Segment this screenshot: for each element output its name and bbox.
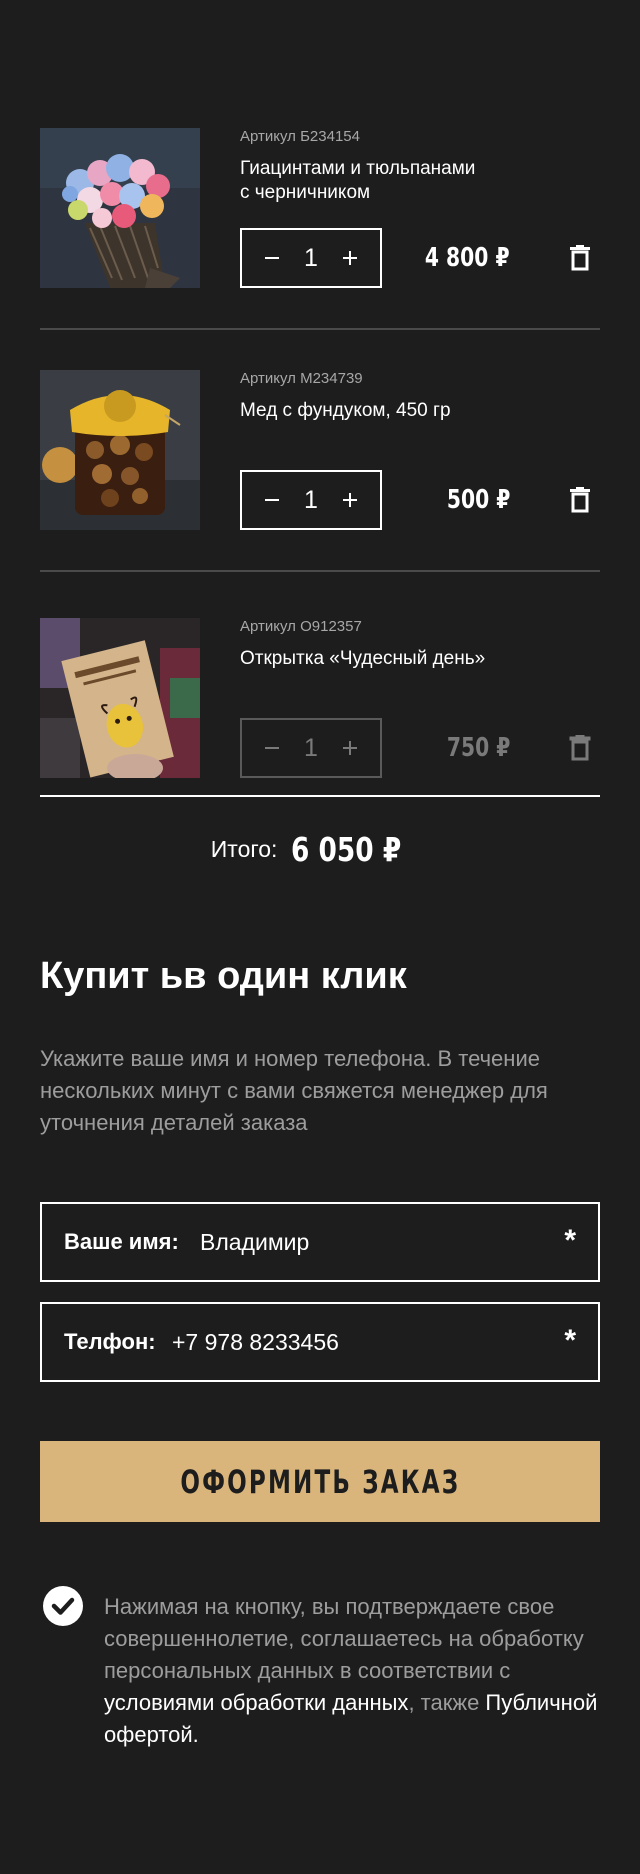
- item-price: 4 800 ₽: [425, 243, 510, 273]
- quantity-stepper: 1: [240, 470, 382, 530]
- total-value: 6 050 ₽: [291, 830, 402, 869]
- remove-item-button[interactable]: [565, 242, 595, 274]
- name-field: Ваше имя: *: [40, 1202, 600, 1282]
- item-divider: [40, 570, 600, 572]
- trash-icon: [570, 245, 590, 271]
- item-sku: Артикул Б234154: [240, 128, 360, 145]
- product-image-honey[interactable]: [40, 370, 200, 530]
- quantity-stepper: 1: [240, 718, 382, 778]
- submit-order-button[interactable]: ОФОРМИТЬ ЗАКАЗ: [40, 1441, 600, 1522]
- item-name-line: Мед с фундуком, 450 гр: [240, 400, 451, 421]
- total-label: Итого:: [210, 836, 278, 862]
- quantity-value: 1: [304, 734, 318, 762]
- minus-icon: [265, 257, 279, 259]
- item-name-line: Открытка «Чудесный день»: [240, 648, 486, 669]
- plus-icon: [343, 251, 357, 265]
- cart-item: Артикул О912357 Открытка «Чудесный день»…: [40, 618, 600, 778]
- consent-text-part: , также: [408, 1690, 486, 1715]
- one-click-title: Купит ьв один клик: [40, 955, 407, 997]
- remove-item-button[interactable]: [565, 732, 595, 764]
- consent-text-part: Нажимая на кнопку, вы подтверждаете свое…: [104, 1594, 584, 1683]
- item-price: 500 ₽: [446, 485, 510, 515]
- decrease-quantity-button[interactable]: [250, 720, 294, 776]
- name-input[interactable]: [200, 1204, 540, 1280]
- decrease-quantity-button[interactable]: [250, 230, 294, 286]
- name-field-label: Ваше имя:: [64, 1229, 179, 1254]
- required-mark: *: [564, 1224, 576, 1257]
- trash-icon: [570, 487, 590, 513]
- phone-field: Телфон: *: [40, 1302, 600, 1382]
- minus-icon: [265, 499, 279, 501]
- consent-checkbox[interactable]: [43, 1586, 83, 1626]
- phone-input[interactable]: [172, 1304, 512, 1380]
- item-name-line: с черничником: [240, 182, 371, 203]
- plus-icon: [343, 741, 357, 755]
- item-name[interactable]: Открытка «Чудесный день»: [240, 647, 540, 671]
- consent-text: Нажимая на кнопку, вы подтверждаете свое…: [104, 1591, 604, 1751]
- cart-bottom-divider: [40, 795, 600, 797]
- item-price: 750 ₽: [446, 733, 510, 763]
- item-name-line: Гиацинтами и тюльпанами: [240, 158, 476, 179]
- item-sku: Артикул О912357: [240, 618, 362, 635]
- cart-total: Итого: 6 050 ₽: [0, 830, 640, 869]
- phone-field-label: Телфон:: [64, 1329, 156, 1354]
- remove-item-button[interactable]: [565, 484, 595, 516]
- cart-item: Артикул М234739 Мед с фундуком, 450 гр 1…: [40, 370, 600, 530]
- product-image-bouquet[interactable]: [40, 128, 200, 288]
- item-sku: Артикул М234739: [240, 370, 363, 387]
- plus-icon: [343, 493, 357, 507]
- increase-quantity-button[interactable]: [328, 472, 372, 528]
- product-image-card[interactable]: [40, 618, 200, 778]
- cart-item: Артикул Б234154 Гиацинтами и тюльпанами …: [40, 128, 600, 288]
- check-circle-icon: [43, 1586, 83, 1626]
- increase-quantity-button[interactable]: [328, 720, 372, 776]
- trash-icon: [569, 735, 591, 761]
- item-name[interactable]: Мед с фундуком, 450 гр: [240, 399, 540, 423]
- increase-quantity-button[interactable]: [328, 230, 372, 286]
- item-divider: [40, 328, 600, 330]
- minus-icon: [265, 747, 279, 749]
- one-click-description: Укажите ваше имя и номер телефона. В теч…: [40, 1046, 548, 1135]
- quantity-value: 1: [304, 244, 318, 272]
- quantity-stepper: 1: [240, 228, 382, 288]
- data-processing-terms-link[interactable]: условиями обработки данных: [104, 1690, 408, 1715]
- submit-order-label: ОФОРМИТЬ ЗАКАЗ: [180, 1462, 460, 1501]
- quantity-value: 1: [304, 486, 318, 514]
- required-mark: *: [564, 1324, 576, 1357]
- decrease-quantity-button[interactable]: [250, 472, 294, 528]
- item-name[interactable]: Гиацинтами и тюльпанами с черничником: [240, 157, 540, 205]
